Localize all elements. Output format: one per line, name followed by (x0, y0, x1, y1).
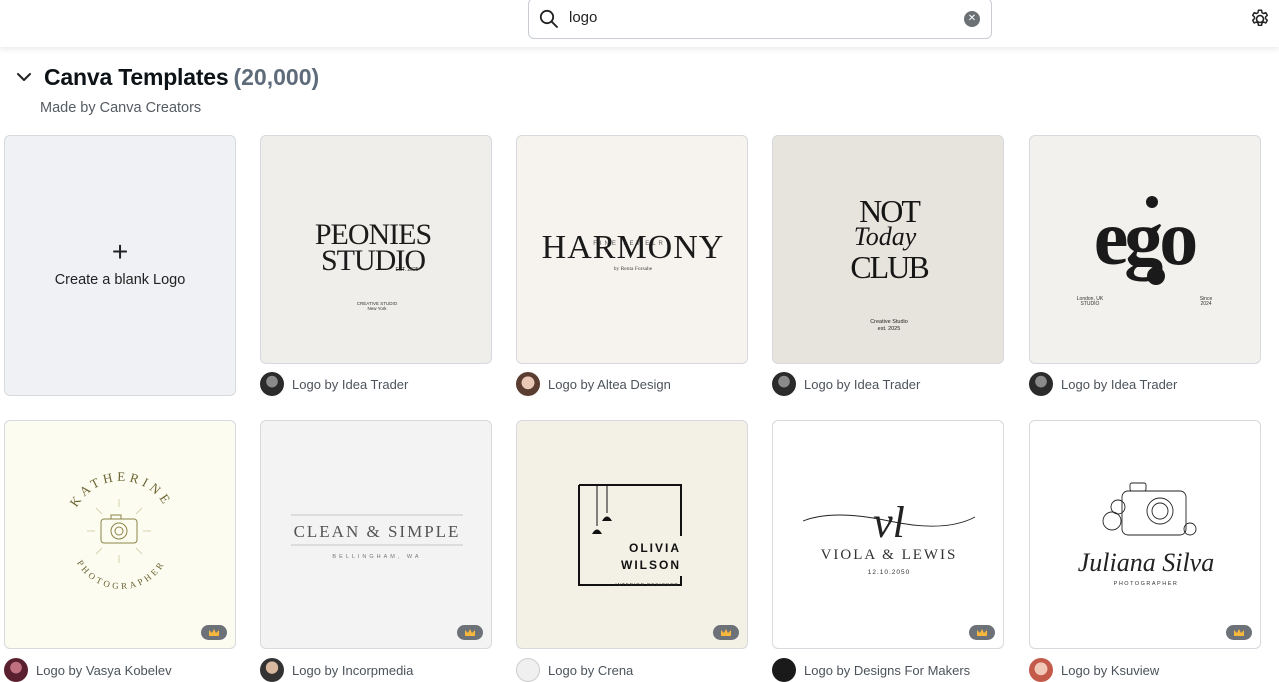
clear-search-icon[interactable]: ✕ (964, 11, 980, 27)
svg-text:Juliana Silva: Juliana Silva (1078, 548, 1214, 577)
template-thumbnail: NOT Today CLUB Creative Studio est. 2025 (850, 193, 930, 332)
section-count: (20,000) (233, 63, 320, 90)
premium-crown-icon (201, 625, 227, 640)
section-header: Canva Templates (20,000) (14, 62, 319, 92)
author-link[interactable]: Logo by Crena (516, 658, 633, 682)
svg-text:HARMONY: HARMONY (542, 229, 725, 266)
section-title: Canva Templates (44, 63, 229, 90)
svg-text:ego: ego (1094, 194, 1197, 281)
avatar (772, 658, 796, 682)
create-blank-label: Create a blank Logo (54, 272, 186, 288)
svg-text:INTERIOR DESIGNER: INTERIOR DESIGNER (615, 582, 678, 587)
author-link[interactable]: Logo by Designs For Makers (772, 658, 970, 682)
template-card-olivia-wilson[interactable]: OLIVIA WILSON INTERIOR DESIGNER (516, 420, 748, 649)
search-input[interactable]: logo (569, 9, 597, 26)
svg-text:OLIVIA: OLIVIA (629, 541, 681, 555)
author-link[interactable]: Logo by Idea Trader (1029, 372, 1177, 396)
template-thumbnail: vl VIOLA & LEWIS 12.10.2050 (802, 498, 976, 576)
premium-crown-icon (1226, 625, 1252, 640)
avatar (772, 372, 796, 396)
avatar (1029, 372, 1053, 396)
section-subtitle: Made by Canva Creators (40, 100, 202, 116)
template-thumbnail: Juliana Silva PHOTOGRAPHER (1078, 482, 1214, 587)
template-card-juliana-silva[interactable]: Juliana Silva PHOTOGRAPHER (1029, 420, 1261, 649)
author-link[interactable]: Logo by Ksuview (1029, 658, 1159, 682)
author-link[interactable]: Logo by Vasya Kobelev (4, 658, 172, 682)
svg-text:PHOTOGRAPHER: PHOTOGRAPHER (75, 558, 167, 591)
premium-crown-icon (457, 625, 483, 640)
svg-text:VIOLA & LEWIS: VIOLA & LEWIS (821, 547, 958, 563)
plus-icon: + (111, 236, 129, 267)
svg-text:est. 2025: est. 2025 (878, 326, 901, 332)
avatar (516, 658, 540, 682)
gear-icon[interactable] (1249, 8, 1271, 30)
template-card-clean-simple[interactable]: CLEAN & SIMPLE BELLINGHAM, WA (260, 420, 492, 649)
author-link[interactable]: Logo by Incorpmedia (260, 658, 413, 682)
search-icon (539, 9, 558, 28)
author-link[interactable]: Logo by Idea Trader (772, 372, 920, 396)
svg-text:PHOTOGRAPHER: PHOTOGRAPHER (1114, 581, 1179, 587)
avatar (1029, 658, 1053, 682)
template-thumbnail: OLIVIA WILSON INTERIOR DESIGNER (578, 484, 689, 587)
template-card-viola-lewis[interactable]: vl VIOLA & LEWIS 12.10.2050 (772, 420, 1004, 649)
template-thumbnail: CLEAN & SIMPLE BELLINGHAM, WA (291, 514, 463, 560)
template-thumbnail: PEONIES STUDIO EST. 2025 CREATIVE STUDIO… (315, 218, 432, 311)
premium-crown-icon (969, 625, 995, 640)
template-card-not-today-club[interactable]: NOT Today CLUB Creative Studio est. 2025 (772, 135, 1004, 364)
svg-text:STUDIO: STUDIO (1081, 301, 1100, 307)
svg-text:12.10.2050: 12.10.2050 (868, 569, 911, 576)
chevron-down-icon[interactable] (14, 67, 34, 87)
svg-text:by Renta Forsahe: by Renta Forsahe (614, 266, 653, 272)
svg-text:Creative Studio: Creative Studio (870, 319, 908, 325)
avatar (516, 372, 540, 396)
premium-crown-icon (713, 625, 739, 640)
template-card-ego[interactable]: ego London, UK STUDIO Since 2024 (1029, 135, 1261, 364)
svg-text:New York: New York (367, 306, 387, 311)
svg-text:WILSON: WILSON (621, 558, 681, 572)
template-thumbnail: KATHERINE PHOTOGRAPHER (66, 469, 175, 591)
template-thumbnail: FINE JEWELRY HARMONY by Renta Forsahe (542, 229, 725, 272)
svg-text:BELLINGHAM, WA: BELLINGHAM, WA (332, 554, 421, 560)
search-box[interactable]: logo ✕ (528, 0, 992, 39)
svg-text:KATHERINE: KATHERINE (66, 469, 175, 510)
avatar (260, 658, 284, 682)
author-link[interactable]: Logo by Idea Trader (260, 372, 408, 396)
avatar (4, 658, 28, 682)
template-card-harmony[interactable]: FINE JEWELRY HARMONY by Renta Forsahe (516, 135, 748, 364)
svg-text:EST. 2025: EST. 2025 (395, 267, 418, 273)
template-card-katherine[interactable]: KATHERINE PHOTOGRAPHER (4, 420, 236, 649)
template-thumbnail: ego London, UK STUDIO Since 2024 (1077, 194, 1213, 307)
svg-text:vl: vl (873, 498, 905, 547)
create-blank-logo-card[interactable]: + Create a blank Logo (4, 135, 236, 396)
svg-text:CLUB: CLUB (850, 249, 928, 285)
template-card-peonies[interactable]: PEONIES STUDIO EST. 2025 CREATIVE STUDIO… (260, 135, 492, 364)
author-link[interactable]: Logo by Altea Design (516, 372, 671, 396)
avatar (260, 372, 284, 396)
svg-text:Today: Today (854, 222, 917, 251)
svg-text:CLEAN & SIMPLE: CLEAN & SIMPLE (294, 522, 461, 541)
top-bar: logo ✕ (0, 0, 1279, 47)
svg-text:2024: 2024 (1200, 301, 1211, 307)
